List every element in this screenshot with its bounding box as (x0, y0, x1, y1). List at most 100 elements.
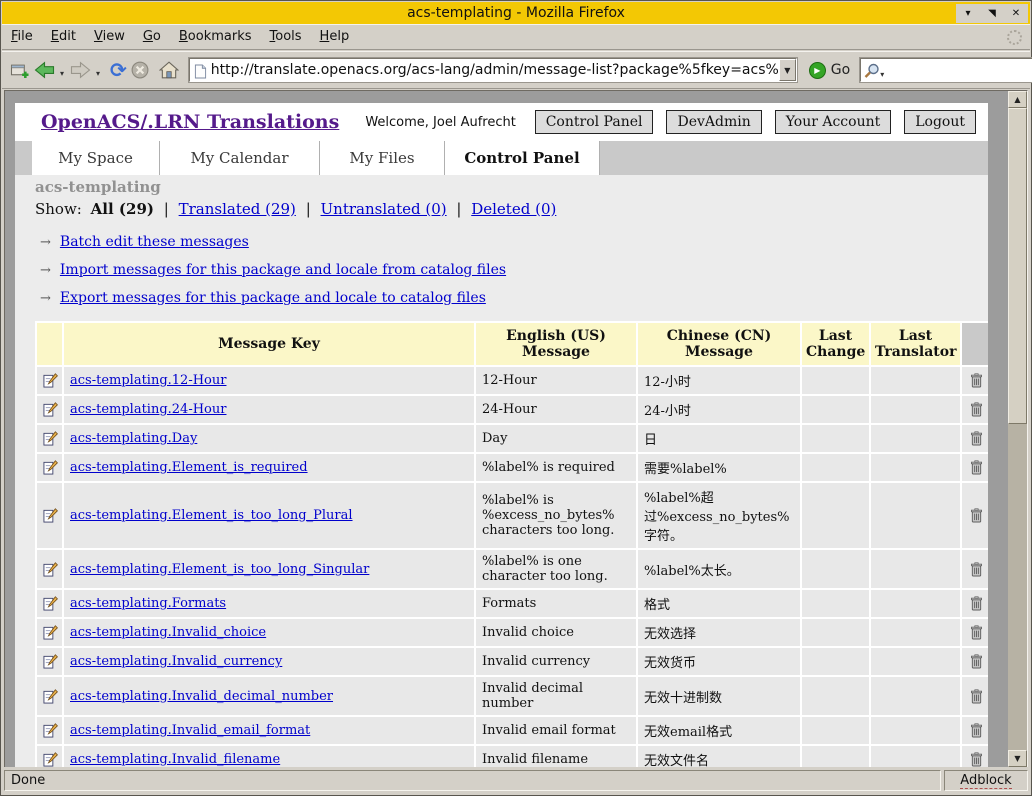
edit-icon[interactable] (43, 562, 58, 577)
menu-tools[interactable]: Tools (261, 25, 311, 49)
chinese-message: 无效email格式 (638, 717, 800, 744)
delete-icon[interactable] (970, 508, 983, 523)
devadmin-button[interactable]: DevAdmin (666, 110, 761, 134)
message-key-link[interactable]: acs-templating.Formats (70, 596, 226, 611)
your-account-button[interactable]: Your Account (775, 110, 892, 134)
english-message: Formats (476, 590, 636, 617)
delete-icon[interactable] (970, 373, 983, 388)
forward-icon[interactable] (70, 61, 91, 79)
batch-edit-link[interactable]: Batch edit these messages (60, 234, 249, 250)
home-icon[interactable] (159, 61, 179, 79)
english-message: Invalid currency (476, 648, 636, 675)
last-translator (871, 425, 960, 452)
tab-my-calendar[interactable]: My Calendar (160, 141, 320, 175)
menu-go[interactable]: Go (134, 25, 170, 49)
messages-table: Message Key English (US) Message Chinese… (35, 321, 988, 767)
chinese-message: 无效文件名 (638, 746, 800, 767)
chinese-message: 需要%label% (638, 454, 800, 481)
last-change (802, 550, 869, 588)
search-input[interactable] (888, 63, 1032, 78)
edit-icon[interactable] (43, 689, 58, 704)
menu-view[interactable]: View (85, 25, 134, 49)
english-message: %label% is one character too long. (476, 550, 636, 588)
last-translator (871, 746, 960, 767)
adblock-panel[interactable]: Adblock (944, 770, 1028, 791)
edit-icon[interactable] (43, 431, 58, 446)
delete-icon[interactable] (970, 596, 983, 611)
delete-icon[interactable] (970, 723, 983, 738)
vertical-scrollbar[interactable]: ▲ ▼ (1008, 91, 1027, 767)
tab-my-space[interactable]: My Space (32, 141, 160, 175)
search-icon (864, 61, 880, 80)
message-key-link[interactable]: acs-templating.Day (70, 431, 197, 446)
filter-deleted-link[interactable]: Deleted (0) (471, 200, 556, 218)
import-messages-link[interactable]: Import messages for this package and loc… (60, 262, 506, 278)
reload-icon[interactable]: ⟳ (110, 58, 127, 82)
edit-icon[interactable] (43, 723, 58, 738)
new-window-icon[interactable] (10, 62, 30, 79)
close-window-icon[interactable]: ✕ (1006, 5, 1026, 22)
delete-icon[interactable] (970, 752, 983, 767)
message-key-link[interactable]: acs-templating.12-Hour (70, 373, 226, 388)
message-key-link[interactable]: acs-templating.Invalid_currency (70, 654, 282, 669)
last-translator (871, 367, 960, 394)
delete-icon[interactable] (970, 689, 983, 704)
shade-window-icon[interactable]: ▾ (958, 5, 978, 22)
menu-edit[interactable]: Edit (42, 25, 85, 49)
edit-icon[interactable] (43, 596, 58, 611)
site-title-link[interactable]: OpenACS/.LRN Translations (41, 111, 339, 133)
tab-control-panel[interactable]: Control Panel (445, 141, 600, 175)
export-messages-link[interactable]: Export messages for this package and loc… (60, 290, 486, 306)
message-key-link[interactable]: acs-templating.Element_is_required (70, 460, 308, 475)
table-row: acs-templating.Invalid_filename Invalid … (37, 746, 988, 767)
stop-icon[interactable] (131, 61, 149, 79)
edit-icon[interactable] (43, 402, 58, 417)
delete-icon[interactable] (970, 431, 983, 446)
message-key-link[interactable]: acs-templating.Invalid_filename (70, 752, 280, 767)
chinese-message: 12-小时 (638, 367, 800, 394)
english-message: Invalid decimal number (476, 677, 636, 715)
message-key-link[interactable]: acs-templating.Invalid_email_format (70, 723, 310, 738)
message-key-link[interactable]: acs-templating.Invalid_decimal_number (70, 689, 333, 704)
message-key-link[interactable]: acs-templating.24-Hour (70, 402, 226, 417)
scrollbar-thumb[interactable] (1008, 108, 1027, 424)
maximize-window-icon[interactable]: ◥ (982, 5, 1002, 22)
edit-icon[interactable] (43, 752, 58, 767)
edit-icon[interactable] (43, 373, 58, 388)
url-dropdown-icon[interactable]: ▼ (779, 59, 796, 81)
delete-icon[interactable] (970, 654, 983, 669)
throbber-icon (1007, 30, 1022, 45)
edit-icon[interactable] (43, 625, 58, 640)
logout-button[interactable]: Logout (904, 110, 976, 134)
english-message: 24-Hour (476, 396, 636, 423)
menu-bookmarks[interactable]: Bookmarks (170, 25, 261, 49)
delete-icon[interactable] (970, 402, 983, 417)
last-change (802, 648, 869, 675)
show-filter: Show: All (29) | Translated (29) | Untra… (35, 200, 988, 218)
delete-icon[interactable] (970, 625, 983, 640)
chinese-message: %label%超过%excess_no_bytes%字符。 (638, 483, 800, 548)
scroll-down-icon[interactable]: ▼ (1008, 750, 1027, 767)
back-icon[interactable] (34, 61, 55, 79)
adblock-status[interactable]: Adblock (960, 773, 1011, 789)
delete-icon[interactable] (970, 460, 983, 475)
scroll-up-icon[interactable]: ▲ (1008, 91, 1027, 108)
delete-icon[interactable] (970, 562, 983, 577)
filter-translated-link[interactable]: Translated (29) (179, 200, 296, 218)
menu-help[interactable]: Help (311, 25, 359, 49)
edit-icon[interactable] (43, 508, 58, 523)
tab-my-files[interactable]: My Files (320, 141, 445, 175)
search-dropdown-icon[interactable]: ▾ (880, 70, 884, 79)
go-button[interactable]: ▶ Go (809, 62, 850, 79)
message-key-link[interactable]: acs-templating.Element_is_too_long_Singu… (70, 562, 369, 577)
forward-dropdown-icon[interactable]: ▾ (96, 69, 100, 78)
back-dropdown-icon[interactable]: ▾ (60, 69, 64, 78)
control-panel-button[interactable]: Control Panel (535, 110, 654, 134)
edit-icon[interactable] (43, 460, 58, 475)
menu-file[interactable]: File (2, 25, 42, 49)
message-key-link[interactable]: acs-templating.Element_is_too_long_Plura… (70, 508, 353, 523)
url-input[interactable] (211, 62, 779, 78)
message-key-link[interactable]: acs-templating.Invalid_choice (70, 625, 266, 640)
edit-icon[interactable] (43, 654, 58, 669)
filter-untranslated-link[interactable]: Untranslated (0) (321, 200, 447, 218)
